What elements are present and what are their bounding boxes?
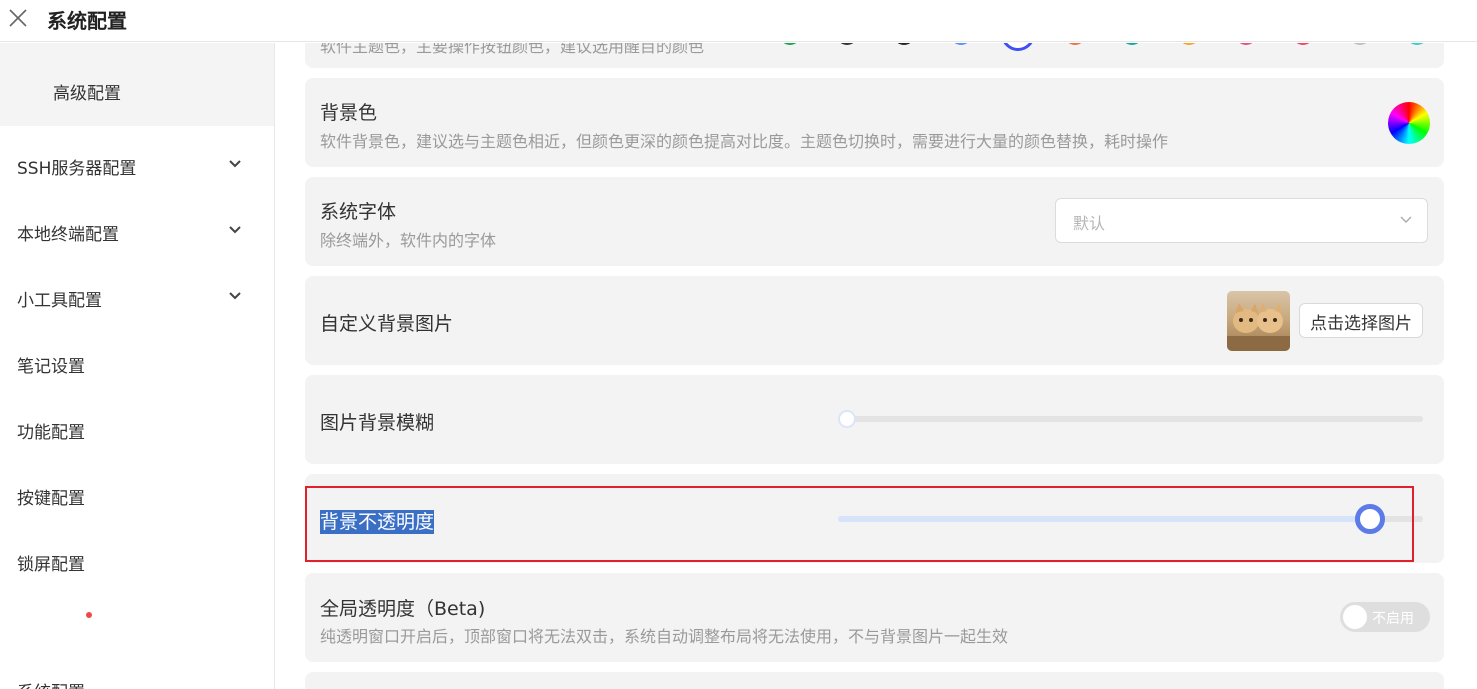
sidebar-item-advanced[interactable]: 高级配置 [0,43,274,126]
sidebar-item-label: 功能配置 [17,423,85,443]
bg-opacity-title-wrap: 背景不透明度 [320,507,435,534]
custom-bg-image-title: 自定义背景图片 [320,313,454,335]
sidebar-item-label: 笔记设置 [17,357,85,377]
bg-opacity-slider[interactable] [838,504,1423,534]
theme-color-desc: 软件主题色，主要操作按钮颜色，建议选用醒目的颜色 [320,43,705,56]
global-transparency-desc: 纯透明窗口开启后，顶部窗口将无法双击，系统自动调整布局将无法使用，不与背景图片一… [320,627,1009,646]
page-title: 系统配置 [47,9,127,33]
theme-swatch[interactable] [1001,43,1035,51]
custom-bg-image-card: 自定义背景图片 点击选择图片 [305,276,1444,365]
toggle-label: 不启用 [1372,611,1414,627]
theme-swatch[interactable] [779,43,801,45]
next-setting-card [305,672,1444,689]
global-transparency-title: 全局透明度（Beta) [320,598,486,620]
bg-blur-card: 图片背景模糊 [305,375,1444,464]
system-font-card: 系统字体 除终端外，软件内的字体 默认 [305,177,1444,266]
theme-swatch[interactable] [836,43,858,45]
notification-dot [86,612,92,618]
background-color-card: 背景色 软件背景色，建议选与主题色相近，但颜色更深的颜色提高对比度。主题色切换时… [305,78,1444,167]
sidebar-item-ssh[interactable]: SSH服务器配置 [0,146,274,196]
sidebar-item-label: 锁屏配置 [17,555,85,575]
sidebar-item-label: 小工具配置 [17,291,102,311]
theme-swatch[interactable] [1292,43,1314,45]
theme-swatch[interactable] [1064,43,1086,45]
chevron-down-icon [229,292,241,300]
background-color-desc: 软件背景色，建议选与主题色相近，但颜色更深的颜色提高对比度。主题色切换时，需要进… [320,132,1169,151]
chevron-down-icon [229,226,241,234]
chevron-down-icon [229,160,241,168]
scrollbar[interactable] [1471,43,1477,689]
bg-opacity-slider-fill [838,516,1371,522]
bg-opacity-title: 背景不透明度 [320,510,435,534]
bg-blur-slider[interactable] [838,410,1423,428]
sidebar-item-notes[interactable]: 笔记设置 [0,344,274,394]
sidebar-item-label: 系统配置 [17,678,85,689]
global-transparency-card: 全局透明度（Beta) 纯透明窗口开启后，顶部窗口将无法双击，系统自动调整布局将… [305,573,1444,662]
color-picker[interactable] [1388,102,1430,144]
settings-panel: 软件主题色，主要操作按钮颜色，建议选用醒目的颜色 背景色 软件背景色，建议选与主… [275,43,1477,689]
bg-opacity-slider-handle[interactable] [1355,504,1386,534]
sidebar-item-lockscreen[interactable]: 锁屏配置 [0,542,274,592]
system-font-title: 系统字体 [320,201,397,223]
sidebar-item-features[interactable]: 功能配置 [0,410,274,460]
bg-blur-title: 图片背景模糊 [320,412,435,434]
theme-swatch[interactable] [893,43,915,45]
background-color-title: 背景色 [320,102,378,124]
bg-blur-slider-handle[interactable] [838,410,856,428]
system-font-desc: 除终端外，软件内的字体 [320,231,497,250]
toggle-knob [1343,605,1367,629]
font-select-value: 默认 [1073,214,1106,233]
sidebar-item-label: 按键配置 [17,489,85,509]
choose-image-button[interactable]: 点击选择图片 [1299,303,1423,338]
sidebar-item-label: 高级配置 [53,84,121,104]
sidebar-item-label: 本地终端配置 [17,225,119,245]
close-icon[interactable] [7,7,29,29]
bg-opacity-card: 背景不透明度 [305,474,1444,563]
sidebar-item-keys[interactable]: 按键配置 [0,476,274,526]
chevron-down-icon [1400,216,1412,223]
theme-swatch[interactable] [1178,43,1200,45]
sidebar-item-tools[interactable]: 小工具配置 [0,278,274,328]
theme-swatch[interactable] [1121,43,1143,45]
sidebar-item-system[interactable]: 系统配置 [0,670,274,689]
font-select[interactable]: 默认 [1055,198,1428,243]
global-transparency-toggle[interactable]: 不启用 [1340,602,1430,632]
theme-swatch[interactable] [1235,43,1257,45]
sidebar-item-local-terminal[interactable]: 本地终端配置 [0,212,274,262]
theme-swatch[interactable] [1406,43,1428,45]
sidebar: 高级配置 SSH服务器配置 本地终端配置 小工具配置 笔记设置 功能配置 按键配… [0,43,275,689]
sidebar-item-label: SSH服务器配置 [17,159,137,179]
theme-swatch[interactable] [1349,43,1371,45]
header-bar: 系统配置 [0,0,1477,42]
bg-image-thumbnail [1227,291,1290,351]
theme-swatch[interactable] [950,43,972,45]
theme-color-card: 软件主题色，主要操作按钮颜色，建议选用醒目的颜色 [305,43,1444,68]
